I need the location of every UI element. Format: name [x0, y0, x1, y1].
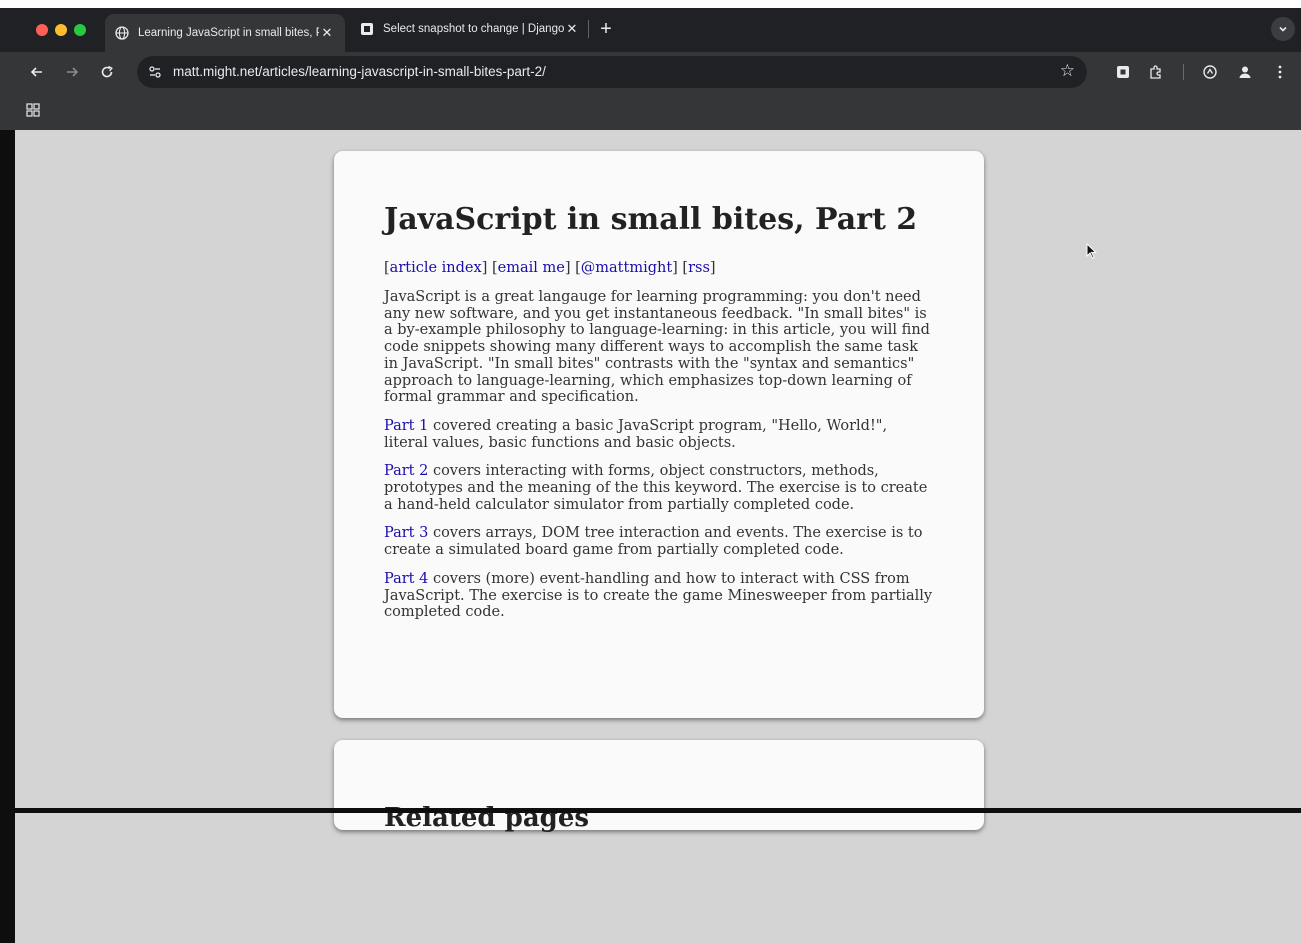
article-nav-links: [article index] [email me] [@mattmight] …	[384, 260, 716, 276]
square-extension-icon[interactable]	[1113, 62, 1133, 82]
toolbar-divider	[1183, 64, 1184, 80]
apps-grid-icon[interactable]	[26, 103, 40, 117]
article-card: JavaScript in small bites, Part 2 [artic…	[334, 151, 984, 718]
star-icon[interactable]: ☆	[1060, 61, 1075, 81]
plus-icon[interactable]: +	[596, 17, 616, 41]
page-title: JavaScript in small bites, Part 2	[384, 202, 918, 237]
part-3-text: covers arrays, DOM tree interaction and …	[384, 525, 923, 559]
tab-title: Learning JavaScript in small bites, Part…	[138, 27, 319, 39]
related-pages-card: Related pages	[334, 740, 984, 833]
globe-icon	[115, 26, 129, 40]
part-4-link[interactable]: Part 4	[384, 571, 428, 587]
email-me-link[interactable]: email me	[498, 260, 565, 276]
part-1-paragraph: Part 1 covered creating a basic JavaScri…	[384, 418, 934, 451]
kebab-menu-icon[interactable]	[1270, 62, 1290, 82]
close-window-button[interactable]	[36, 24, 48, 36]
chevron-down-icon[interactable]	[1271, 17, 1295, 41]
part-2-paragraph: Part 2 covers interacting with forms, ob…	[384, 463, 934, 513]
tab-title: Select snapshot to change | Django	[383, 23, 564, 35]
tune-icon[interactable]	[147, 64, 163, 80]
window-frame-bottom	[0, 808, 1301, 813]
puzzle-icon[interactable]	[1146, 62, 1166, 82]
arrow-left-icon[interactable]	[27, 62, 47, 82]
close-tab-icon[interactable]: ✕	[319, 25, 335, 41]
window-frame-left	[0, 130, 15, 943]
window-frame-top	[0, 0, 1301, 8]
part-3-paragraph: Part 3 covers arrays, DOM tree interacti…	[384, 525, 934, 558]
rss-link[interactable]: rss	[688, 260, 710, 276]
circle-extension-icon[interactable]	[1200, 62, 1220, 82]
part-2-link[interactable]: Part 2	[384, 463, 428, 479]
twitter-link[interactable]: @mattmight	[581, 260, 672, 276]
part-1-link[interactable]: Part 1	[384, 418, 428, 434]
part-1-text: covered creating a basic JavaScript prog…	[384, 417, 888, 451]
article-index-link[interactable]: article index	[390, 260, 482, 276]
close-tab-icon[interactable]: ✕	[564, 21, 580, 37]
maximize-window-button[interactable]	[74, 24, 86, 36]
intro-paragraph: JavaScript is a great langauge for learn…	[384, 289, 930, 406]
tab-learning-javascript[interactable]: Learning JavaScript in small bites, Part…	[105, 14, 345, 52]
mouse-cursor-icon	[1086, 242, 1098, 259]
part-3-link[interactable]: Part 3	[384, 525, 428, 541]
part-4-paragraph: Part 4 covers (more) event-handling and …	[384, 571, 934, 621]
part-2-text: covers interacting with forms, object co…	[384, 463, 928, 513]
arrow-right-icon[interactable]	[62, 62, 82, 82]
address-bar[interactable]: matt.might.net/articles/learning-javascr…	[137, 56, 1087, 88]
reload-icon[interactable]	[97, 62, 117, 82]
django-favicon-icon	[360, 22, 374, 36]
url-text[interactable]: matt.might.net/articles/learning-javascr…	[173, 64, 546, 80]
bookmarks-bar	[0, 94, 1301, 130]
part-4-text: covers (more) event-handling and how to …	[384, 570, 933, 621]
minimize-window-button[interactable]	[55, 24, 67, 36]
person-icon[interactable]	[1235, 62, 1255, 82]
related-pages-heading: Related pages	[384, 803, 590, 833]
tab-select-snapshot[interactable]: Select snapshot to change | Django ✕	[350, 12, 590, 46]
tab-divider	[588, 20, 589, 38]
